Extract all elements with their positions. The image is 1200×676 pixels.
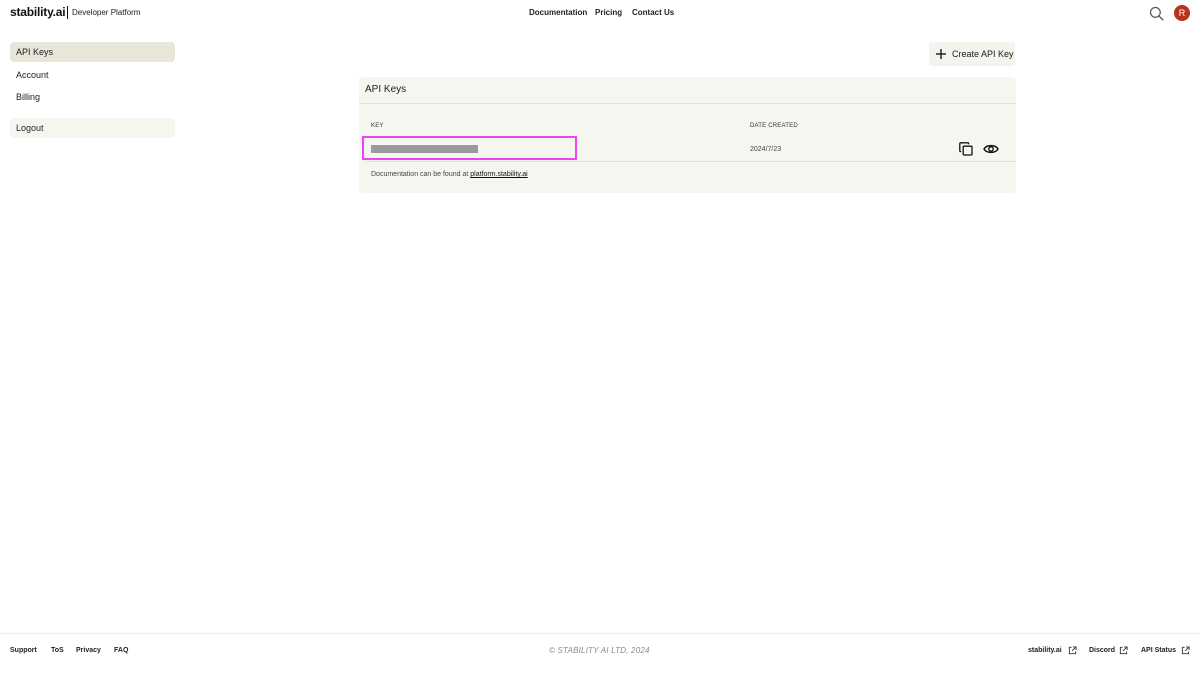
create-api-key-label: Create API Key	[952, 49, 1014, 59]
footer-link-stability[interactable]: stability.ai	[1028, 647, 1062, 654]
create-api-key-button[interactable]: Create API Key	[929, 42, 1015, 66]
documentation-note-text: Documentation can be found at	[371, 171, 469, 178]
api-key-field[interactable]	[362, 136, 577, 160]
copy-icon[interactable]	[959, 142, 973, 156]
nav-contact-us[interactable]: Contact Us	[632, 8, 674, 17]
external-link-icon	[1181, 646, 1190, 655]
footer-link-api-status[interactable]: API Status	[1141, 647, 1176, 654]
footer-link-faq[interactable]: FAQ	[114, 647, 128, 654]
eye-icon[interactable]	[983, 143, 999, 155]
row-divider	[365, 161, 1016, 162]
nav-documentation[interactable]: Documentation	[529, 8, 587, 17]
api-keys-card: API Keys KEY DATE CREATED 2024/7/23 Docu…	[359, 77, 1016, 193]
column-header-key: KEY	[371, 123, 384, 129]
documentation-note: Documentation can be found at platform.s…	[371, 171, 528, 178]
logo-divider	[67, 6, 68, 19]
sidebar-item-api-keys[interactable]: API Keys	[10, 42, 175, 62]
sidebar-item-account[interactable]: Account	[10, 65, 175, 85]
search-icon[interactable]	[1149, 6, 1164, 21]
sidebar-item-billing[interactable]: Billing	[10, 87, 175, 107]
footer-link-discord[interactable]: Discord	[1089, 647, 1115, 654]
plus-icon	[936, 49, 946, 59]
masked-key-value	[371, 145, 478, 153]
date-created-value: 2024/7/23	[750, 146, 782, 153]
top-header: stability.ai Developer Platform Document…	[0, 0, 1200, 27]
footer-link-privacy[interactable]: Privacy	[76, 647, 101, 654]
external-link-icon	[1119, 646, 1128, 655]
developer-platform-label: Developer Platform	[72, 8, 141, 17]
footer-link-tos[interactable]: ToS	[51, 647, 64, 654]
documentation-link[interactable]: platform.stability.ai	[470, 171, 527, 178]
nav-pricing[interactable]: Pricing	[595, 8, 622, 17]
card-divider	[359, 103, 1016, 104]
footer-divider	[0, 633, 1200, 634]
column-header-date-created: DATE CREATED	[750, 123, 798, 129]
card-title: API Keys	[365, 84, 407, 95]
stability-logo[interactable]: stability.ai	[10, 5, 66, 19]
external-link-icon	[1068, 646, 1077, 655]
footer-link-support[interactable]: Support	[10, 647, 37, 654]
copyright-text: © STABILITY AI LTD, 2024	[549, 646, 650, 655]
sidebar-item-logout[interactable]: Logout	[10, 118, 175, 138]
user-avatar[interactable]: R	[1174, 5, 1190, 21]
